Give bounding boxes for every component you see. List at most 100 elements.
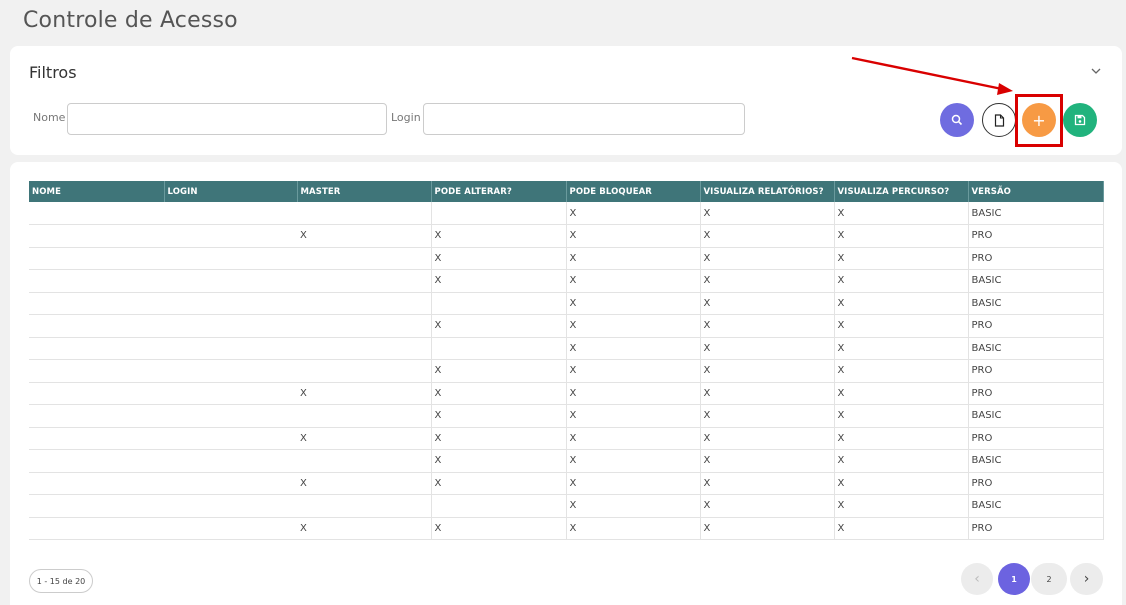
- table-cell: [164, 517, 297, 540]
- table-cell: X: [566, 449, 701, 473]
- column-header[interactable]: VERSÃO: [968, 181, 1104, 202]
- table-cell: [164, 202, 297, 225]
- table-cell: BASIC: [968, 292, 1104, 315]
- table-cell: X: [431, 224, 567, 248]
- table-cell: X: [566, 202, 701, 225]
- table-cell: [431, 337, 567, 360]
- table-cell: [297, 449, 432, 473]
- table-cell: X: [700, 202, 835, 225]
- table-cell: X: [700, 517, 835, 540]
- table-cell: [164, 382, 297, 405]
- table-cell: X: [566, 247, 701, 270]
- table-cell: X: [834, 404, 969, 428]
- table-cell: PRO: [968, 382, 1104, 405]
- table-cell: [297, 404, 432, 428]
- table-cell: X: [297, 382, 432, 405]
- table-cell: X: [566, 314, 701, 338]
- table-cell: BASIC: [968, 337, 1104, 360]
- table-row[interactable]: X X X BASIC: [29, 337, 1104, 360]
- table-cell: X: [566, 404, 701, 428]
- table-cell: [29, 449, 164, 473]
- table-cell: [297, 337, 432, 360]
- table-cell: X: [566, 427, 701, 450]
- table-cell: [164, 269, 297, 293]
- column-header[interactable]: VISUALIZA PERCURSO?: [834, 181, 969, 202]
- table-cell: [29, 427, 164, 450]
- table-cell: X: [566, 224, 701, 248]
- table-row[interactable]: X X X X X PRO: [29, 472, 1104, 495]
- table-cell: X: [700, 404, 835, 428]
- access-table: NOME LOGIN MASTER PODE ALTERAR? PODE BLOQUEA…: [29, 181, 1104, 540]
- column-header[interactable]: PODE BLOQUEAR: [566, 181, 701, 202]
- table-cell: X: [431, 269, 567, 293]
- table-row[interactable]: X X X BASIC: [29, 202, 1104, 225]
- table-cell: X: [834, 449, 969, 473]
- table-cell: X: [834, 247, 969, 270]
- table-row[interactable]: X X X X X PRO: [29, 427, 1104, 450]
- table-cell: [29, 292, 164, 315]
- table-cell: PRO: [968, 314, 1104, 338]
- pagination-page-2[interactable]: 2: [1031, 563, 1067, 595]
- table-cell: [29, 247, 164, 270]
- table-cell: [29, 404, 164, 428]
- table-cell: X: [834, 472, 969, 495]
- table-cell: X: [431, 359, 567, 383]
- table-cell: [29, 269, 164, 293]
- table-row[interactable]: X X X X BASIC: [29, 269, 1104, 293]
- table-cell: X: [700, 314, 835, 338]
- table-cell: [29, 202, 164, 225]
- table-row[interactable]: X X X X BASIC: [29, 404, 1104, 428]
- table-panel: NOME LOGIN MASTER PODE ALTERAR? PODE BLOQUEA…: [10, 162, 1122, 605]
- table-cell: X: [431, 314, 567, 338]
- table-cell: [29, 382, 164, 405]
- pagination-range: 1 - 15 de 20: [29, 569, 93, 593]
- table-cell: [29, 359, 164, 383]
- table-cell: X: [700, 247, 835, 270]
- table-cell: [297, 202, 432, 225]
- table-row[interactable]: X X X X BASIC: [29, 449, 1104, 473]
- table-cell: X: [700, 494, 835, 518]
- table-cell: BASIC: [968, 494, 1104, 518]
- pagination-prev-button[interactable]: ‹: [961, 563, 993, 595]
- table-cell: X: [834, 202, 969, 225]
- table-cell: X: [834, 517, 969, 540]
- table-cell: X: [431, 449, 567, 473]
- table-cell: PRO: [968, 224, 1104, 248]
- table-cell: X: [297, 224, 432, 248]
- table-row[interactable]: X X X X X PRO: [29, 224, 1104, 248]
- table-cell: [164, 494, 297, 518]
- table-cell: [431, 202, 567, 225]
- table-cell: X: [431, 382, 567, 405]
- table-cell: X: [700, 224, 835, 248]
- table-cell: [164, 314, 297, 338]
- table-row[interactable]: X X X X X PRO: [29, 382, 1104, 405]
- table-cell: [297, 269, 432, 293]
- chevron-right-icon: ›: [1083, 571, 1090, 587]
- table-cell: X: [834, 314, 969, 338]
- table-header-row: NOME LOGIN MASTER PODE ALTERAR? PODE BLOQUEA…: [29, 181, 1104, 202]
- column-header[interactable]: PODE ALTERAR?: [431, 181, 567, 202]
- table-row[interactable]: X X X X PRO: [29, 359, 1104, 383]
- table-row[interactable]: X X X X PRO: [29, 247, 1104, 270]
- pagination-next-button[interactable]: ›: [1070, 563, 1103, 595]
- column-header[interactable]: NOME: [29, 181, 165, 202]
- table-cell: [297, 314, 432, 338]
- table-cell: X: [834, 427, 969, 450]
- table-cell: [297, 292, 432, 315]
- table-cell: [164, 247, 297, 270]
- table-cell: X: [700, 427, 835, 450]
- table-cell: BASIC: [968, 269, 1104, 293]
- pagination-page-1[interactable]: 1: [998, 563, 1030, 595]
- table-cell: [431, 292, 567, 315]
- table-row[interactable]: X X X BASIC: [29, 292, 1104, 315]
- table-cell: X: [297, 472, 432, 495]
- column-header[interactable]: VISUALIZA RELATÓRIOS?: [700, 181, 835, 202]
- table-cell: [164, 472, 297, 495]
- column-header[interactable]: LOGIN: [164, 181, 298, 202]
- table-row[interactable]: X X X X X PRO: [29, 517, 1104, 540]
- table-row[interactable]: X X X X PRO: [29, 314, 1104, 338]
- column-header[interactable]: MASTER: [297, 181, 432, 202]
- table-cell: PRO: [968, 427, 1104, 450]
- table-row[interactable]: X X X BASIC: [29, 494, 1104, 518]
- table-cell: X: [834, 269, 969, 293]
